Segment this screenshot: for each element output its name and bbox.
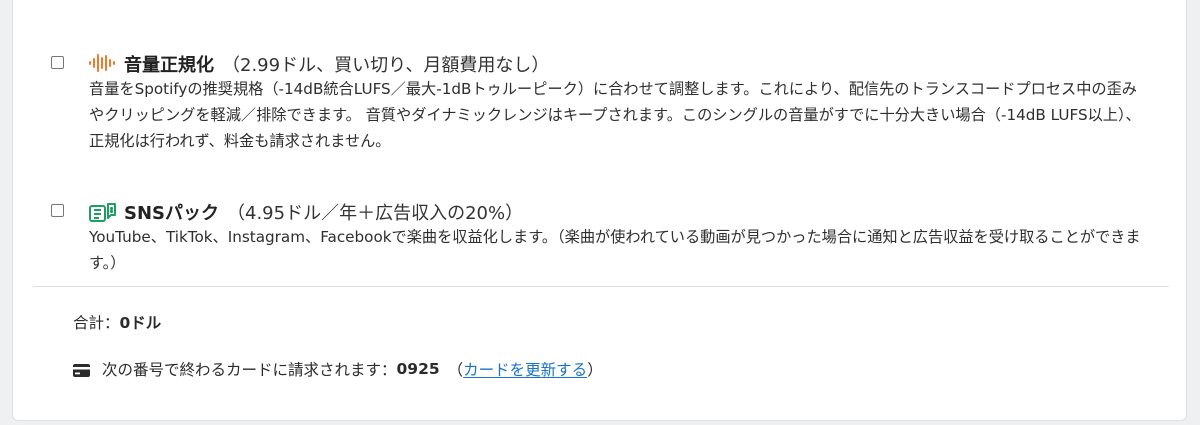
card-last-four: 0925 [396, 360, 440, 378]
loudness-normalization-checkbox[interactable] [51, 56, 64, 69]
close-paren: ） [587, 361, 603, 379]
sns-pack-description: YouTube、TikTok、Instagram、Facebookで楽曲を収益化… [89, 228, 1141, 272]
total-label: 合計： [73, 314, 120, 332]
partial-top-link[interactable] [88, 0, 192, 5]
loudness-normalization-description: 音量をSpotifyの推奨規格（-14dB統合LUFS／最大-1dBトゥルーピー… [89, 80, 1141, 150]
option-name: 音量正規化 [124, 55, 214, 76]
credit-card-icon [73, 363, 90, 377]
option-price: （2.99ドル、買い切り、月額費用なし） [222, 55, 550, 76]
billing-info: 次の番号で終わるカードに請求されます： 0925 （カードを更新する） [73, 358, 603, 380]
billing-text: 次の番号で終わるカードに請求されます： [102, 361, 397, 379]
open-paren: （ [447, 361, 464, 379]
loudness-normalization-title: 音量正規化 （2.99ドル、買い切り、月額費用なし） [124, 51, 549, 77]
option-name: SNSパック [124, 203, 219, 224]
sns-pack-title: SNSパック （4.95ドル／年＋広告収入の20%） [124, 199, 523, 225]
total-amount: 0ドル [119, 314, 162, 332]
sns-pack-checkbox[interactable] [51, 204, 64, 217]
section-divider [33, 286, 1169, 287]
update-card-link[interactable]: カードを更新する [463, 358, 587, 380]
option-price: （4.95ドル／年＋広告収入の20%） [227, 203, 524, 224]
checkout-options-card: 音量正規化 （2.99ドル、買い切り、月額費用なし） 音量をSpotifyの推奨規… [12, 0, 1187, 421]
sns-money-icon [89, 202, 117, 226]
order-total: 合計：0ドル [73, 311, 161, 333]
sound-waveform-icon [89, 54, 115, 76]
